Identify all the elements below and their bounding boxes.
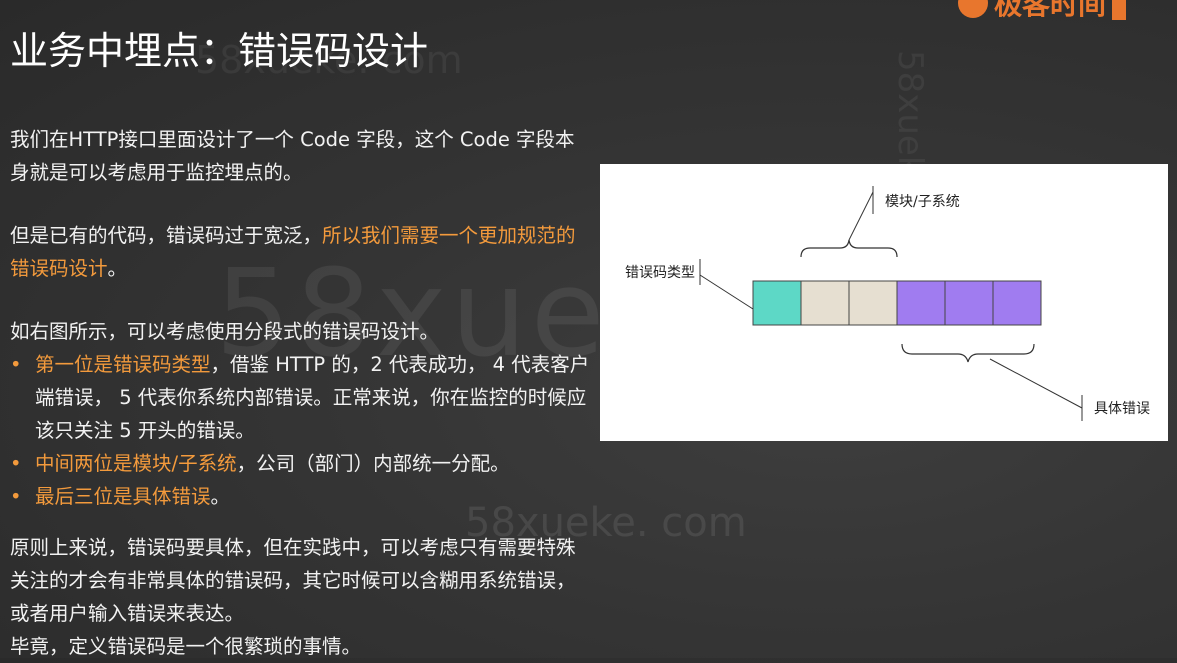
cell-specific-1 xyxy=(896,280,946,326)
paragraph-conclusion: 毕竟，定义错误码是一个很繁琐的事情。 xyxy=(10,635,362,658)
cell-specific-3 xyxy=(992,280,1042,326)
cell-module-1 xyxy=(800,280,850,326)
problem-text: 但是已有的代码，错误码过于宽泛， xyxy=(10,224,323,247)
diagram-svg: 模块/子系统 具体错误 错误码类型 xyxy=(625,186,1150,421)
bullet-item: 中间两位是模块/子系统，公司（部门）内部统一分配。 xyxy=(10,447,590,480)
logo-icon xyxy=(958,0,988,18)
specific-leader-line xyxy=(989,358,1083,409)
slide-title: 业务中埋点：错误码设计 xyxy=(10,29,429,73)
cell-specific-2 xyxy=(944,280,994,326)
problem-end: 。 xyxy=(107,257,128,280)
logo-seal-icon xyxy=(1112,0,1127,20)
module-brace xyxy=(800,239,898,258)
bullet-text: ，公司（部门）内部统一分配。 xyxy=(236,452,510,475)
paragraph-problem: 但是已有的代码，错误码过于宽泛，所以我们需要一个更加规范的错误码设计。 xyxy=(10,219,590,285)
paragraph-intro: 如右图所示，可以考虑使用分段式的错误码设计。 xyxy=(10,320,440,343)
paragraph-principle: 原则上来说，错误码要具体，但在实践中，可以考虑只有需要特殊关注的才会有非常具体的… xyxy=(10,536,576,625)
specific-brace xyxy=(901,343,1035,363)
cell-module-2 xyxy=(848,280,898,326)
label-type: 错误码类型 xyxy=(625,265,695,281)
bullet-list: 第一位是错误码类型，借鉴 HTTP 的，2 代表成功， 4 代表客户端错误， 5… xyxy=(10,348,590,513)
brand-logo: 极客时间 xyxy=(958,0,1127,21)
bullet-item: 最后三位是具体错误。 xyxy=(10,480,590,513)
bullet-highlight: 最后三位是具体错误 xyxy=(35,485,211,508)
slide-body: 我们在HTTP接口里面设计了一个 Code 字段，这个 Code 字段本身就是可… xyxy=(10,123,590,663)
cell-type xyxy=(752,280,802,326)
bullet-item: 第一位是错误码类型，借鉴 HTTP 的，2 代表成功， 4 代表客户端错误， 5… xyxy=(10,348,590,447)
bullet-highlight: 第一位是错误码类型 xyxy=(35,353,211,376)
label-specific: 具体错误 xyxy=(1094,401,1150,417)
label-module: 模块/子系统 xyxy=(885,194,960,210)
logo-text: 极客时间 xyxy=(994,0,1107,21)
error-code-diagram: 模块/子系统 具体错误 错误码类型 xyxy=(600,164,1168,441)
bullet-highlight: 中间两位是模块/子系统 xyxy=(35,452,237,475)
module-leader-line xyxy=(848,191,874,241)
type-leader-line xyxy=(699,274,754,310)
bullet-text: 。 xyxy=(210,485,231,508)
paragraph-code-field: 我们在HTTP接口里面设计了一个 Code 字段，这个 Code 字段本身就是可… xyxy=(10,128,575,184)
